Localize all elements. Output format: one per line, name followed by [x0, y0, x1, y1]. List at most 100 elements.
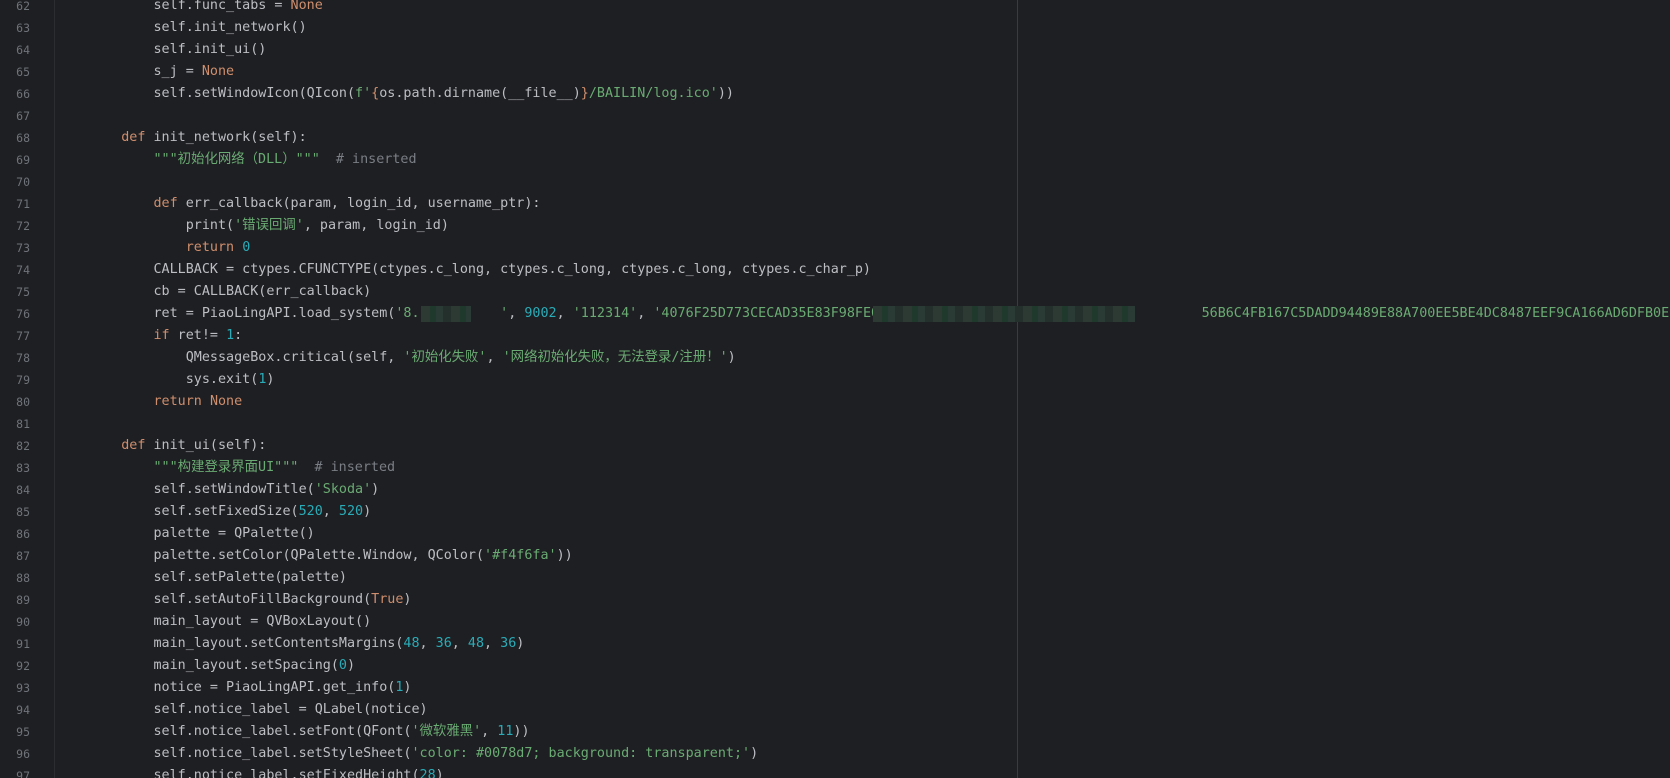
- code-line[interactable]: 95 self.notice_label.setFont(QFont('微软雅黑…: [0, 721, 1670, 743]
- code-line[interactable]: 81: [0, 413, 1670, 435]
- code-token: self.setPalette(palette): [89, 570, 347, 585]
- code-token: sys.exit(: [89, 372, 259, 387]
- code-line[interactable]: 82 def init_ui(self):: [0, 435, 1670, 457]
- code-text: self.setPalette(palette): [89, 567, 347, 589]
- code-line[interactable]: 68 def init_network(self):: [0, 127, 1670, 149]
- code-text: sys.exit(1): [89, 369, 275, 391]
- code-token: '112314': [572, 306, 638, 321]
- code-token: print(: [89, 218, 235, 233]
- code-editor[interactable]: 62 self.func_tabs = None 63 self.init_net…: [0, 0, 1670, 778]
- code-line[interactable]: 93 notice = PiaoLingAPI.get_info(1): [0, 677, 1670, 699]
- code-token: 0: [242, 240, 251, 255]
- code-token: notice = PiaoLingAPI.get_info(: [89, 680, 396, 695]
- code-token: ,: [419, 636, 436, 651]
- code-text: return None: [89, 391, 243, 413]
- code-line[interactable]: 77 if ret!= 1:: [0, 325, 1670, 347]
- code-text: self.init_ui(): [89, 39, 266, 61]
- code-text: main_layout.setContentsMargins(48, 36, 4…: [89, 633, 524, 655]
- code-lines[interactable]: 62 self.func_tabs = None 63 self.init_net…: [0, 0, 1670, 778]
- code-text: def init_network(self):: [89, 127, 307, 149]
- code-line[interactable]: 75 cb = CALLBACK(err_callback): [0, 281, 1670, 303]
- code-token: return: [153, 394, 202, 409]
- code-text: self.setWindowTitle('Skoda'): [89, 479, 379, 501]
- code-line[interactable]: 78 QMessageBox.critical(self, '初始化失败', '…: [0, 347, 1670, 369]
- code-line[interactable]: 63 self.init_network(): [0, 17, 1670, 39]
- code-token: 0: [338, 658, 347, 673]
- code-token: self.setWindowIcon(QIcon(: [89, 86, 356, 101]
- code-line[interactable]: 62 self.func_tabs = None: [0, 0, 1670, 17]
- code-token: self.notice_label.setFont(QFont(: [89, 724, 412, 739]
- code-token: :: [234, 328, 243, 343]
- code-line[interactable]: 92 main_layout.setSpacing(0): [0, 655, 1670, 677]
- redacted-region: [873, 306, 1135, 322]
- code-token: init_network(self):: [145, 130, 307, 145]
- code-token: ): [363, 504, 372, 519]
- code-line[interactable]: 87 palette.setColor(QPalette.Window, QCo…: [0, 545, 1670, 567]
- line-number: 90: [16, 615, 30, 629]
- code-line[interactable]: 71 def err_callback(param, login_id, use…: [0, 193, 1670, 215]
- code-line[interactable]: 79 sys.exit(1): [0, 369, 1670, 391]
- code-line[interactable]: 74 CALLBACK = ctypes.CFUNCTYPE(ctypes.c_…: [0, 259, 1670, 281]
- line-number: 83: [16, 461, 30, 475]
- line-number: 81: [16, 417, 30, 431]
- code-line[interactable]: 84 self.setWindowTitle('Skoda'): [0, 479, 1670, 501]
- code-line[interactable]: 73 return 0: [0, 237, 1670, 259]
- line-number: 75: [16, 285, 30, 299]
- code-line[interactable]: 69 """初始化网络（DLL）""" # inserted: [0, 149, 1670, 171]
- line-number: 85: [16, 505, 30, 519]
- code-line[interactable]: 97 self.notice_label.setFixedHeight(28): [0, 765, 1670, 778]
- code-token: '初始化失败': [403, 350, 487, 365]
- code-token: ): [750, 746, 759, 761]
- code-line[interactable]: 96 self.notice_label.setStyleSheet('colo…: [0, 743, 1670, 765]
- code-line[interactable]: 70: [0, 171, 1670, 193]
- code-line[interactable]: 91 main_layout.setContentsMargins(48, 36…: [0, 633, 1670, 655]
- code-line[interactable]: 64 self.init_ui(): [0, 39, 1670, 61]
- code-text: if ret!= 1:: [89, 325, 243, 347]
- code-token: 36: [435, 636, 452, 651]
- code-line[interactable]: 85 self.setFixedSize(520, 520): [0, 501, 1670, 523]
- code-line[interactable]: 83 """构建登录界面UI""" # inserted: [0, 457, 1670, 479]
- code-token: f': [355, 86, 372, 101]
- code-token: self.init_ui(): [89, 42, 267, 57]
- code-token: def: [153, 196, 178, 211]
- line-number: 72: [16, 219, 30, 233]
- code-token: os.path.dirname(__file__): [379, 86, 581, 101]
- code-token: # inserted: [314, 460, 396, 475]
- code-token: ,: [486, 350, 503, 365]
- code-token: ,: [508, 306, 525, 321]
- code-line[interactable]: 88 self.setPalette(palette): [0, 567, 1670, 589]
- code-token: 1: [226, 328, 235, 343]
- code-line[interactable]: 67: [0, 105, 1670, 127]
- code-line[interactable]: 94 self.notice_label = QLabel(notice): [0, 699, 1670, 721]
- code-text: QMessageBox.critical(self, '初始化失败', '网络初…: [89, 347, 736, 369]
- code-line[interactable]: 89 self.setAutoFillBackground(True): [0, 589, 1670, 611]
- code-line[interactable]: 90 main_layout = QVBoxLayout(): [0, 611, 1670, 633]
- code-token: ): [266, 372, 275, 387]
- code-token: ): [371, 482, 380, 497]
- redacted-region: [421, 306, 471, 322]
- line-number: 92: [16, 659, 30, 673]
- code-line[interactable]: 76 ret = PiaoLingAPI.load_system('8.134 …: [0, 303, 1670, 325]
- code-line[interactable]: 86 palette = QPalette(): [0, 523, 1670, 545]
- code-line[interactable]: 72 print('错误回调', param, login_id): [0, 215, 1670, 237]
- code-text: def init_ui(self):: [89, 435, 266, 457]
- line-number: 97: [16, 769, 30, 778]
- code-token: /BAILIN/log.ico': [588, 86, 718, 101]
- code-token: QMessageBox.critical(self,: [89, 350, 404, 365]
- code-token: '错误回调': [234, 218, 304, 233]
- line-number: 62: [16, 0, 30, 13]
- code-token: , param, login_id): [303, 218, 449, 233]
- code-token: self.setFixedSize(: [89, 504, 299, 519]
- code-line[interactable]: 80 return None: [0, 391, 1670, 413]
- code-line[interactable]: 65 s_j = None: [0, 61, 1670, 83]
- code-token: ): [516, 636, 525, 651]
- code-line[interactable]: 66 self.setWindowIcon(QIcon(f'{os.path.d…: [0, 83, 1670, 105]
- code-token: main_layout = QVBoxLayout(): [89, 614, 372, 629]
- code-text: cb = CALLBACK(err_callback): [89, 281, 371, 303]
